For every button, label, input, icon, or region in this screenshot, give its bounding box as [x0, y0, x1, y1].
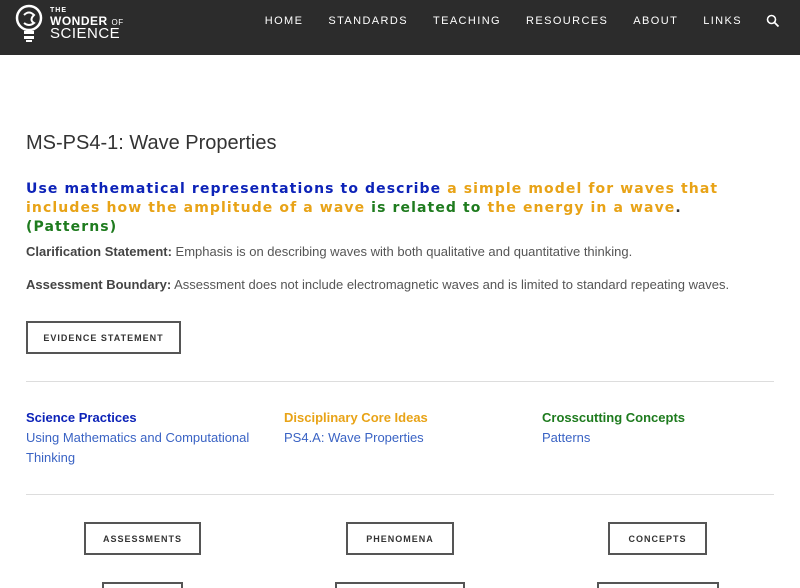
science-practices-heading: Science Practices	[26, 410, 137, 425]
logo-the: THE	[50, 7, 67, 14]
nav-teaching[interactable]: TEACHING	[433, 15, 501, 27]
assessment-boundary: Assessment Boundary: Assessment does not…	[26, 277, 729, 292]
lightbulb-logo-icon	[15, 4, 43, 42]
crosscutting-link[interactable]: Patterns	[542, 428, 782, 448]
assessment-label: Assessment Boundary:	[26, 277, 172, 292]
science-practices-column: Science Practices Using Mathematics and …	[26, 410, 266, 468]
nav-about[interactable]: ABOUT	[633, 15, 678, 27]
clarification-label: Clarification Statement:	[26, 244, 172, 259]
phenomena-button[interactable]: PHENOMENA	[346, 522, 454, 555]
science-practices-link[interactable]: Using Mathematics and Computational Thin…	[26, 428, 266, 468]
pe-practice-text: Use mathematical representations to desc…	[26, 181, 442, 197]
search-icon[interactable]	[766, 14, 780, 28]
core-ideas-column: Disciplinary Core Ideas PS4.A: Wave Prop…	[284, 410, 524, 448]
nav-links[interactable]: LINKS	[703, 15, 742, 27]
clarification-statement: Clarification Statement: Emphasis is on …	[26, 244, 632, 259]
assessment-text: Assessment does not include electromagne…	[171, 277, 730, 292]
main-nav: HOME STANDARDS TEACHING RESOURCES ABOUT …	[240, 14, 780, 28]
partial-button[interactable]	[102, 582, 183, 588]
top-navigation-bar: THE WONDER OF SCIENCE HOME STANDARDS TEA…	[0, 0, 800, 55]
logo-science: SCIENCE	[50, 25, 121, 42]
pe-period: .	[675, 200, 682, 216]
nav-standards[interactable]: STANDARDS	[328, 15, 408, 27]
pe-patterns: (Patterns)	[26, 219, 118, 235]
pe-crosscutting-text: is related to	[371, 200, 482, 216]
performance-expectation: Use mathematical representations to desc…	[26, 180, 778, 237]
core-ideas-heading: Disciplinary Core Ideas	[284, 410, 428, 425]
divider	[26, 494, 774, 495]
divider	[26, 381, 774, 382]
nav-home[interactable]: HOME	[265, 15, 304, 27]
crosscutting-heading: Crosscutting Concepts	[542, 410, 686, 425]
concepts-button[interactable]: CONCEPTS	[608, 522, 707, 555]
site-logo[interactable]: THE WONDER OF SCIENCE	[14, 4, 134, 44]
clarification-text: Emphasis is on describing waves with bot…	[171, 244, 633, 259]
crosscutting-column: Crosscutting Concepts Patterns	[542, 410, 782, 448]
core-ideas-link[interactable]: PS4.A: Wave Properties	[284, 428, 524, 448]
nav-resources[interactable]: RESOURCES	[526, 15, 608, 27]
pe-dci-text-2: the energy in a wave	[487, 200, 676, 216]
partial-button[interactable]	[597, 582, 719, 588]
page-title: MS-PS4-1: Wave Properties	[26, 132, 277, 154]
assessments-button[interactable]: ASSESSMENTS	[84, 522, 201, 555]
evidence-statement-button[interactable]: EVIDENCE STATEMENT	[26, 321, 181, 354]
partial-button[interactable]	[335, 582, 465, 588]
